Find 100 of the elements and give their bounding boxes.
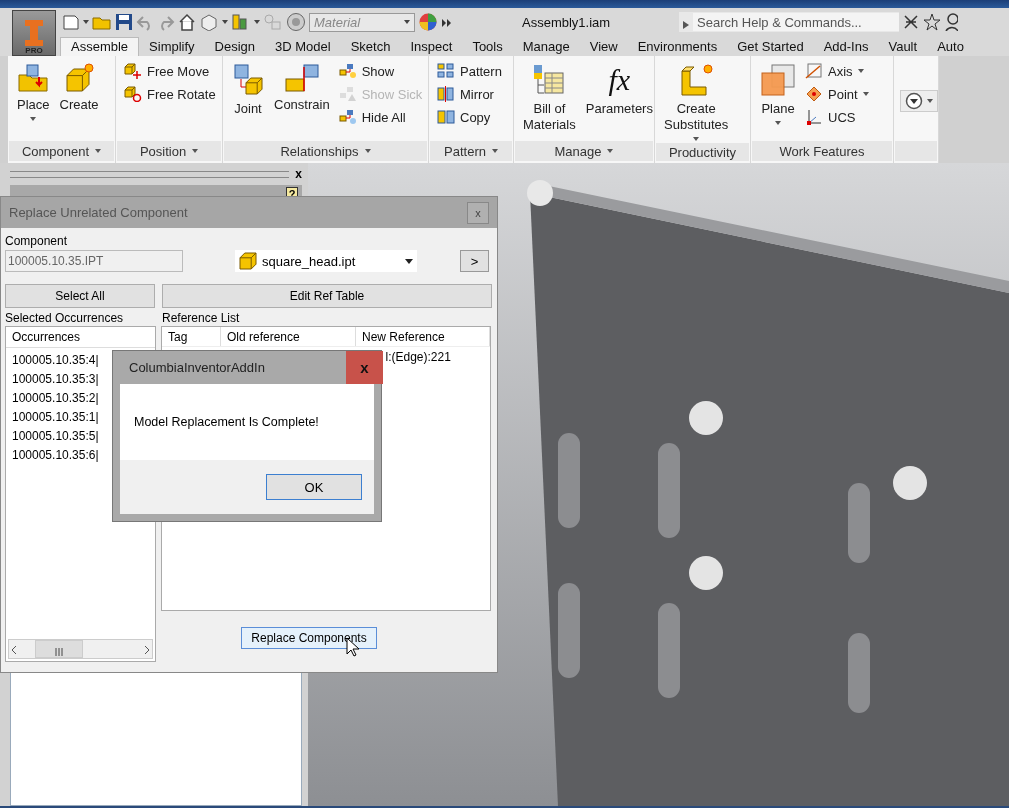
view-cube-icon[interactable] xyxy=(199,13,219,31)
panel-footer[interactable]: Relationships xyxy=(224,141,427,161)
list-item[interactable]: 100005.10.35:1| xyxy=(10,407,101,426)
ribbon-button[interactable]: Free Rotate xyxy=(122,84,218,104)
rotate-icon xyxy=(124,86,142,102)
panel-label: Relationships xyxy=(280,143,359,159)
panel-footer[interactable]: Component xyxy=(9,141,114,161)
close-button[interactable]: x xyxy=(467,201,489,224)
ok-button[interactable]: OK xyxy=(266,474,362,500)
ribbon-tab[interactable]: Simplify xyxy=(139,38,205,56)
next-button[interactable]: > xyxy=(460,250,489,272)
ribbon-button[interactable]: Constrain xyxy=(271,61,333,141)
ribbon-button[interactable]: Point xyxy=(803,84,871,104)
ribbon-button[interactable]: Show xyxy=(336,61,425,81)
constrain-icon xyxy=(283,63,320,93)
chevron-right-icon[interactable] xyxy=(142,644,152,654)
panel-label: Pattern xyxy=(444,143,486,159)
message-text: Model Replacement Is Complete! xyxy=(134,415,319,429)
component-field[interactable]: 100005.10.35.IPT xyxy=(5,250,183,272)
caret-icon xyxy=(405,258,413,264)
grip-icon xyxy=(54,645,64,653)
logo-icon xyxy=(23,20,45,46)
show-icon xyxy=(338,63,357,79)
list-item[interactable]: 100005.10.35:5| xyxy=(10,426,101,445)
caret-icon xyxy=(404,20,410,24)
component-dropdown[interactable]: square_head.ipt xyxy=(235,250,417,272)
pane-grip[interactable] xyxy=(10,170,290,178)
user-icon[interactable] xyxy=(944,13,958,31)
ribbon-button[interactable]: UCS xyxy=(803,107,871,127)
globe-icon[interactable] xyxy=(286,12,306,32)
panel-label: Manage xyxy=(554,143,602,159)
plane-icon xyxy=(760,63,796,97)
ribbon-button[interactable]: Hide All xyxy=(336,107,425,127)
ribbon-button[interactable]: Axis xyxy=(803,61,871,81)
panel-footer[interactable]: Manage xyxy=(515,141,653,161)
home-icon[interactable] xyxy=(178,13,196,31)
ribbon-button[interactable]: fx Parameters xyxy=(582,61,656,141)
color-wheel-icon[interactable] xyxy=(418,12,438,32)
ribbon-tab[interactable]: Manage xyxy=(512,38,580,56)
ribbon-button[interactable]: Bill of Materials xyxy=(520,61,579,141)
ribbon-tab[interactable]: Design xyxy=(204,38,266,56)
search-field[interactable]: Search Help & Commands... xyxy=(679,12,899,32)
ribbon-tab[interactable]: Sketch xyxy=(340,38,401,56)
chevron-left-icon[interactable] xyxy=(9,644,19,654)
ribbon-button[interactable]: Mirror xyxy=(435,84,504,104)
ribbon-tab[interactable]: Get Started xyxy=(727,38,814,56)
replace-components-button[interactable]: Replace Components xyxy=(241,627,377,649)
panel-footer[interactable]: Productivity xyxy=(656,143,749,161)
ribbon-button[interactable]: Place xyxy=(14,61,53,141)
point-icon xyxy=(805,86,823,102)
view-button[interactable] xyxy=(900,90,938,112)
scrollbar[interactable] xyxy=(8,639,153,659)
ribbon-tab[interactable]: Environments xyxy=(627,38,728,56)
list-item[interactable]: 100005.10.35:6| xyxy=(10,445,101,464)
pattern-icon xyxy=(437,63,455,79)
star-icon[interactable] xyxy=(923,13,941,31)
l-block-icon xyxy=(678,63,715,97)
list-label: Reference List xyxy=(162,310,240,325)
table-icon xyxy=(532,63,567,97)
ribbon-button[interactable]: Free Move xyxy=(122,61,218,81)
panel-footer[interactable]: Pattern xyxy=(430,141,512,161)
table-cell: l:(Edge):221 xyxy=(385,350,451,364)
panel-footer[interactable]: Work Features xyxy=(752,141,892,161)
joint-icon xyxy=(232,63,264,97)
ribbon-button[interactable]: Create xyxy=(56,61,102,141)
mirror-icon xyxy=(437,86,455,102)
list-item[interactable]: 100005.10.35:4| xyxy=(10,350,101,369)
close-button[interactable]: x xyxy=(346,351,383,384)
ribbon-tab[interactable]: Inspect xyxy=(400,38,463,56)
new-document-icon[interactable] xyxy=(62,13,80,31)
dialog-title: ColumbiaInventorAddIn xyxy=(129,360,265,375)
ribbon-button[interactable]: Pattern xyxy=(435,61,504,81)
ribbon-button[interactable]: Joint xyxy=(229,61,267,141)
select-all-button[interactable]: Select All xyxy=(5,284,155,308)
ribbon-tab[interactable]: View xyxy=(579,38,628,56)
material-field[interactable]: Material xyxy=(314,14,394,30)
ribbon-tab[interactable]: Assemble xyxy=(60,37,140,56)
list-item[interactable]: 100005.10.35:2| xyxy=(10,388,101,407)
axes-icon xyxy=(805,109,823,125)
nodes-icon[interactable] xyxy=(263,13,283,31)
more-icon[interactable] xyxy=(441,17,453,27)
ribbon-tab[interactable]: Auto xyxy=(927,38,974,56)
function-icon: fx xyxy=(608,63,631,97)
ribbon-button[interactable]: Copy xyxy=(435,107,504,127)
caret-icon xyxy=(254,20,260,24)
ribbon-button[interactable]: Plane xyxy=(757,61,799,141)
material-dropdown[interactable]: Material xyxy=(309,12,415,32)
close-button[interactable]: x xyxy=(295,167,302,181)
ribbon-button[interactable]: Create Substitutes xyxy=(661,61,732,143)
panel-footer[interactable]: Position xyxy=(117,141,221,161)
save-icon[interactable] xyxy=(115,13,133,31)
list-item[interactable]: 100005.10.35:3| xyxy=(10,369,101,388)
expand-icon xyxy=(683,18,689,26)
edit-ref-table-button[interactable]: Edit Ref Table xyxy=(162,284,492,308)
ribbon-tab[interactable]: Tools xyxy=(462,38,513,56)
ribbon-tab[interactable]: Vault xyxy=(878,38,928,56)
ribbon-tab[interactable]: 3D Model xyxy=(265,38,341,56)
cube-icon xyxy=(239,251,259,271)
ribbon-tab[interactable]: Add-Ins xyxy=(813,38,879,56)
view-icon xyxy=(905,92,923,110)
